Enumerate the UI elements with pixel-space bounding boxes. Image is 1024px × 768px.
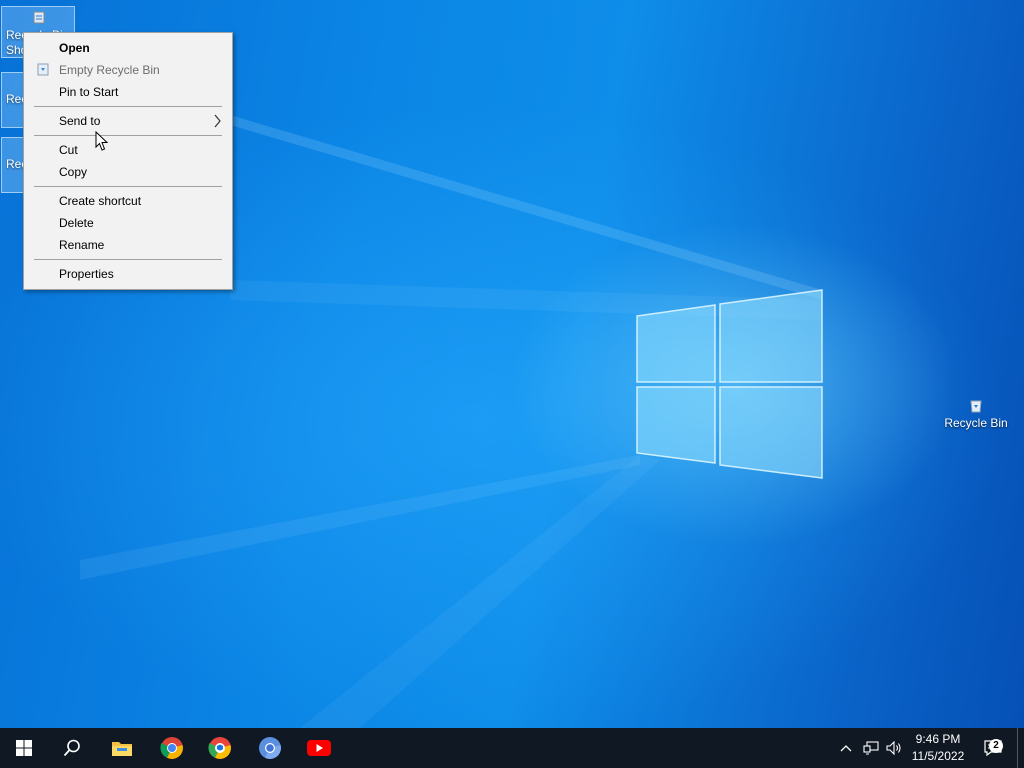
mouse-cursor-icon [95, 131, 109, 151]
menu-item-label: Empty Recycle Bin [59, 63, 160, 77]
menu-item-delete[interactable]: Delete [25, 212, 231, 234]
menu-item-copy[interactable]: Copy [25, 161, 231, 183]
menu-item-empty-recycle-bin[interactable]: Empty Recycle Bin [25, 59, 231, 81]
menu-item-cut[interactable]: Cut [25, 139, 231, 161]
menu-item-open[interactable]: Open [25, 37, 231, 59]
search-button[interactable] [48, 728, 96, 768]
menu-item-rename[interactable]: Rename [25, 234, 231, 256]
show-desktop-button[interactable] [1017, 728, 1024, 768]
notification-count-badge: 2 [989, 739, 1003, 753]
chrome-beta-icon [208, 737, 231, 759]
menu-item-create-shortcut[interactable]: Create shortcut [25, 190, 231, 212]
menu-item-label: Properties [59, 267, 114, 281]
clock-time: 9:46 PM [915, 732, 961, 746]
clock-date: 11/5/2022 [911, 749, 965, 763]
chrome-beta-button[interactable] [196, 728, 244, 768]
desktop-shortcut-label: Recycle Bin Shortcut [6, 157, 24, 171]
menu-separator [34, 106, 222, 107]
chromium-button[interactable] [246, 728, 294, 768]
youtube-button[interactable] [295, 728, 343, 768]
desktop-icon-label: Recycle Bin [944, 416, 1008, 430]
start-windows-icon [16, 740, 32, 756]
recycle-bin-icon [37, 63, 49, 76]
menu-item-send-to[interactable]: Send to [25, 110, 231, 132]
start-button[interactable] [0, 728, 48, 768]
menu-item-label: Open [59, 41, 90, 55]
menu-item-label: Delete [59, 216, 94, 230]
chromium-icon [259, 737, 281, 759]
network-button[interactable] [860, 728, 882, 768]
desktop-shortcut-label: Recycle Bin Shortcut [6, 92, 24, 106]
file-explorer-icon [112, 742, 132, 756]
youtube-icon [307, 740, 331, 756]
chrome-icon [160, 737, 183, 759]
show-hidden-icons-button[interactable] [836, 728, 856, 768]
file-explorer-button[interactable] [98, 728, 146, 768]
menu-separator [34, 135, 222, 136]
clock[interactable]: 9:46 PM 11/5/2022 [905, 728, 971, 768]
search-icon [63, 739, 80, 757]
menu-item-label: Copy [59, 165, 88, 179]
context-menu: Open Empty Recycle Bin Pin to Start Send… [23, 32, 233, 290]
menu-item-label: Cut [59, 143, 78, 157]
menu-item-label: Send to [59, 114, 101, 128]
menu-item-properties[interactable]: Properties [25, 263, 231, 285]
desktop-icon-recycle-bin[interactable]: Recycle Bin [940, 396, 1012, 436]
windows-logo-wallpaper [636, 289, 823, 479]
recycle-bin-icon [33, 11, 45, 24]
chevron-up-icon [840, 745, 852, 752]
menu-separator [34, 186, 222, 187]
menu-item-label: Rename [59, 238, 105, 252]
menu-item-pin-to-start[interactable]: Pin to Start [25, 81, 231, 103]
recycle-bin-icon [970, 400, 982, 413]
menu-separator [34, 259, 222, 260]
volume-button[interactable] [883, 728, 905, 768]
speaker-icon [886, 741, 901, 755]
chrome-button[interactable] [148, 728, 196, 768]
network-icon [863, 741, 879, 755]
taskbar: 9:46 PM 11/5/2022 [0, 728, 1024, 768]
menu-item-label: Pin to Start [59, 85, 119, 99]
chevron-right-icon [214, 114, 221, 128]
menu-item-label: Create shortcut [59, 194, 142, 208]
